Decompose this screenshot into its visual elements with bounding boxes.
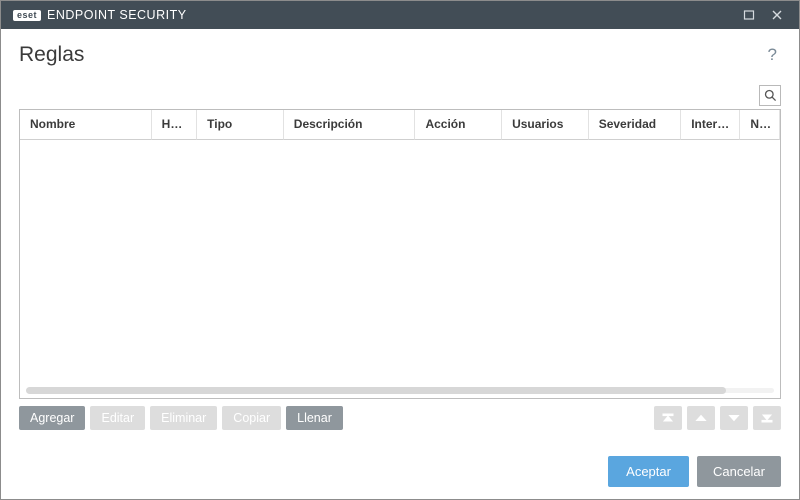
toolbar: Agregar Editar Eliminar Copiar Llenar (19, 406, 781, 430)
column-header[interactable]: Descripción (284, 110, 416, 140)
search-row (19, 85, 781, 106)
minimize-button[interactable] (735, 1, 763, 29)
edit-button[interactable]: Editar (90, 406, 145, 430)
column-header[interactable]: Noti (740, 110, 780, 140)
content-area: Reglas ? NombreHabili...TipoDescripciónA… (1, 29, 799, 499)
column-header[interactable]: Tipo (197, 110, 284, 140)
chevron-up-icon (695, 412, 707, 424)
add-button[interactable]: Agregar (19, 406, 85, 430)
chevron-down-icon (728, 412, 740, 424)
table-header: NombreHabili...TipoDescripciónAcciónUsua… (20, 110, 780, 140)
search-icon (764, 89, 777, 102)
chevron-bottom-icon (761, 412, 773, 424)
page-title: Reglas (19, 43, 84, 67)
copy-button[interactable]: Copiar (222, 406, 281, 430)
table-body (20, 140, 780, 384)
column-header[interactable]: Severidad (589, 110, 682, 140)
move-bottom-button[interactable] (753, 406, 781, 430)
column-header[interactable]: Nombre (20, 110, 152, 140)
accept-button[interactable]: Aceptar (608, 456, 689, 487)
brand-badge: eset (13, 10, 41, 21)
titlebar: eset ENDPOINT SECURITY (1, 1, 799, 29)
column-header[interactable]: Habili... (152, 110, 197, 140)
brand-product: ENDPOINT SECURITY (47, 8, 187, 22)
horizontal-scrollbar[interactable] (20, 384, 780, 398)
dialog-footer: Aceptar Cancelar (19, 434, 781, 487)
rules-dialog: eset ENDPOINT SECURITY Reglas ? NombreHa… (0, 0, 800, 500)
help-button[interactable]: ? (764, 43, 781, 67)
column-header[interactable]: Usuarios (502, 110, 589, 140)
close-button[interactable] (763, 1, 791, 29)
fill-button[interactable]: Llenar (286, 406, 343, 430)
move-up-button[interactable] (687, 406, 715, 430)
search-button[interactable] (759, 85, 781, 106)
rules-table: NombreHabili...TipoDescripciónAcciónUsua… (19, 109, 781, 399)
move-top-button[interactable] (654, 406, 682, 430)
chevron-top-icon (662, 412, 674, 424)
column-header[interactable]: Acción (415, 110, 502, 140)
heading-row: Reglas ? (19, 43, 781, 67)
brand: eset ENDPOINT SECURITY (13, 8, 187, 22)
cancel-button[interactable]: Cancelar (697, 456, 781, 487)
delete-button[interactable]: Eliminar (150, 406, 217, 430)
column-header[interactable]: Interval... (681, 110, 740, 140)
move-down-button[interactable] (720, 406, 748, 430)
